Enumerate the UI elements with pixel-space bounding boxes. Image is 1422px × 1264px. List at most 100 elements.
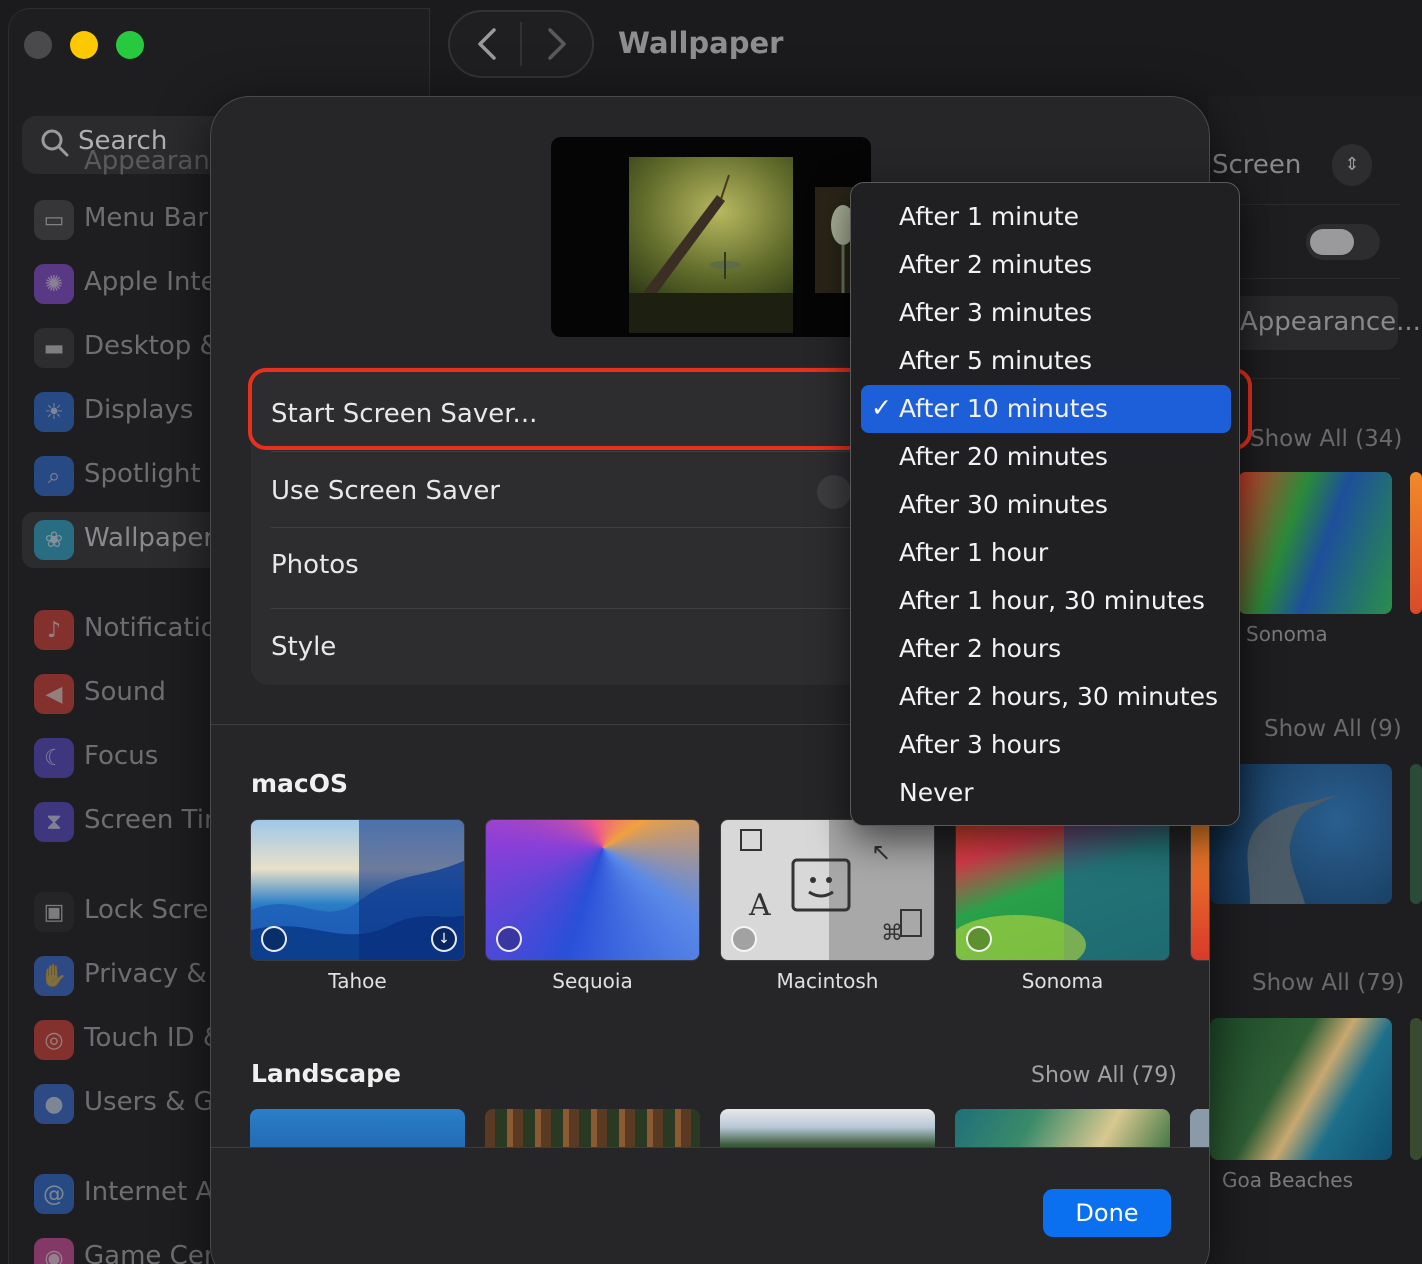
- menu-item-label: After 1 hour: [899, 538, 1049, 567]
- panel-toggle[interactable]: [1306, 224, 1380, 260]
- sun-icon: ☀: [34, 392, 74, 432]
- wallpaper-thumbnail[interactable]: [1410, 764, 1422, 904]
- start-screen-saver-label: Start Screen Saver...: [271, 399, 538, 429]
- menu-item[interactable]: After 20 minutes: [861, 433, 1231, 481]
- sidebar-item-wallpaper[interactable]: ❀ Wallpaper: [22, 512, 210, 568]
- game-center-icon: ◉: [34, 1238, 74, 1264]
- dynamic-wallpaper-icon: [261, 926, 287, 952]
- screen-saver-delay-menu: After 1 minute After 2 minutes After 3 min…: [850, 182, 1240, 826]
- users-icon: ●: [34, 1084, 74, 1124]
- menu-item[interactable]: Never: [861, 769, 1231, 817]
- macintosh-wallpaper-thumbnail[interactable]: A ↖ ⌘: [720, 819, 935, 961]
- show-all-link[interactable]: Show All (79): [1252, 970, 1404, 996]
- hand-icon: ✋: [34, 956, 74, 996]
- sidebar-item-apple-intelligence-siri[interactable]: ✺ Apple Intelligence & Siri: [22, 256, 210, 312]
- menu-item[interactable]: After 30 minutes: [861, 481, 1231, 529]
- menu-item-label: After 20 minutes: [899, 442, 1108, 471]
- sidebar-item-internet-accounts[interactable]: @ Internet Accounts: [22, 1166, 210, 1222]
- sidebar-item-menu-bar[interactable]: ▭ Menu Bar: [22, 192, 210, 248]
- sidebar-item-label: Touch ID & Password: [84, 1023, 210, 1053]
- menu-item[interactable]: After 1 hour: [861, 529, 1231, 577]
- svg-text:⌘: ⌘: [881, 921, 903, 946]
- sidebar-item-label: Desktop & Dock: [84, 331, 210, 361]
- use-screen-saver-toggle[interactable]: [817, 475, 851, 509]
- tahoe-wallpaper-thumbnail[interactable]: ↓: [250, 819, 465, 961]
- landscape-show-all-link[interactable]: Show All (79): [1031, 1063, 1177, 1088]
- show-all-link[interactable]: Show All (9): [1264, 716, 1402, 742]
- wallpaper-thumbnail[interactable]: [1410, 472, 1422, 614]
- show-all-link[interactable]: Show All (34): [1250, 426, 1402, 452]
- forward-chevron-icon[interactable]: [540, 24, 574, 64]
- wallpaper-thumbnail[interactable]: [1410, 1018, 1422, 1160]
- menu-item[interactable]: After 1 hour, 30 minutes: [861, 577, 1231, 625]
- menu-item-label: After 1 minute: [899, 202, 1080, 231]
- sidebar-item-users-groups[interactable]: ● Users & Groups: [22, 1076, 210, 1132]
- menu-item[interactable]: After 1 minute: [861, 193, 1231, 241]
- sidebar-item-screen-time[interactable]: ⧗ Screen Time: [22, 794, 210, 850]
- sidebar-item-label: Spotlight: [84, 459, 201, 489]
- sidebar-item-displays[interactable]: ☀ Displays: [22, 384, 210, 440]
- menu-item-label: After 3 minutes: [899, 298, 1093, 327]
- fingerprint-icon: ◎: [34, 1020, 74, 1060]
- sidebar-item-desktop-dock[interactable]: ▬ Desktop & Dock: [22, 320, 210, 376]
- download-icon[interactable]: ↓: [431, 926, 457, 952]
- menu-item[interactable]: After 3 minutes: [861, 289, 1231, 337]
- sidebar-item-label: Game Center: [84, 1241, 210, 1264]
- sidebar-item-sound[interactable]: ◀ Sound: [22, 666, 210, 722]
- use-screen-saver-label: Use Screen Saver: [271, 476, 500, 506]
- sidebar-item-spotlight[interactable]: ⌕ Spotlight: [22, 448, 210, 504]
- menu-item-label: After 3 hours: [899, 730, 1062, 759]
- lock-icon: ▣: [34, 892, 74, 932]
- sonoma-wallpaper-thumbnail[interactable]: [955, 819, 1170, 961]
- sidebar-item-notifications[interactable]: ♪ Notifications: [22, 602, 210, 658]
- macos-section-heading: macOS: [251, 769, 348, 798]
- wallpaper-thumbnail[interactable]: [1190, 819, 1209, 961]
- sidebar-item-label: Displays: [84, 395, 194, 425]
- done-button[interactable]: Done: [1043, 1189, 1171, 1237]
- svg-text:↖: ↖: [871, 838, 891, 866]
- menu-item-label: After 2 minutes: [899, 250, 1093, 279]
- sidebar-item-label: Apple Intelligence & Siri: [84, 267, 210, 297]
- spotlight-icon: ⌕: [34, 456, 74, 496]
- sidebar-item-privacy-security[interactable]: ✋ Privacy & Security: [22, 948, 210, 1004]
- sidebar-item-touch-id-password[interactable]: ◎ Touch ID & Password: [22, 1012, 210, 1068]
- sidebar-item-label: Menu Bar: [84, 203, 209, 233]
- menu-item-label: Never: [899, 778, 974, 807]
- speaker-icon: ◀: [34, 674, 74, 714]
- dynamic-wallpaper-icon: [731, 926, 757, 952]
- menu-item-label: After 30 minutes: [899, 490, 1108, 519]
- menu-item[interactable]: After 5 minutes: [861, 337, 1231, 385]
- apple-intelligence-icon: ✺: [34, 264, 74, 304]
- preview-reflection: [629, 293, 793, 333]
- menubar-icon: ▭: [34, 200, 74, 240]
- sidebar-item-game-center[interactable]: ◉ Game Center: [22, 1230, 210, 1264]
- checkmark-icon: ✓: [871, 393, 892, 422]
- menu-item-label: After 5 minutes: [899, 346, 1093, 375]
- menu-item[interactable]: After 2 hours, 30 minutes: [861, 673, 1231, 721]
- wallpaper-name: Macintosh: [776, 969, 879, 993]
- menu-item-label: After 1 hour, 30 minutes: [899, 586, 1205, 615]
- sidebar-item-focus[interactable]: ☾ Focus: [22, 730, 210, 786]
- menu-item[interactable]: After 3 hours: [861, 721, 1231, 769]
- menu-item[interactable]: After 2 hours: [861, 625, 1231, 673]
- hourglass-icon: ⧗: [34, 802, 74, 842]
- menu-item-label: After 2 hours: [899, 634, 1062, 663]
- menu-item[interactable]: ✓ After 10 minutes: [861, 385, 1231, 433]
- sidebar-item-label: Privacy & Security: [84, 959, 210, 989]
- show-on-popup-label: Screen: [1212, 150, 1302, 180]
- row-separator: [271, 527, 871, 528]
- goa-beaches-thumbnail[interactable]: [1210, 1018, 1392, 1160]
- wallpaper-icon: ❀: [34, 520, 74, 560]
- navigation-divider: [520, 22, 522, 66]
- dynamic-wallpaper-icon: [496, 926, 522, 952]
- svg-text:A: A: [748, 888, 771, 923]
- wallpaper-thumbnail[interactable]: [1238, 472, 1392, 614]
- sidebar-item-lock-screen[interactable]: ▣ Lock Screen: [22, 884, 210, 940]
- sidebar-item-label: Screen Time: [84, 805, 210, 835]
- menu-item[interactable]: After 2 minutes: [861, 241, 1231, 289]
- up-down-chevron-icon[interactable]: ⇕: [1332, 144, 1372, 186]
- wallpaper-name: Sonoma: [1021, 969, 1104, 993]
- back-chevron-icon[interactable]: [470, 24, 504, 64]
- sequoia-wallpaper-thumbnail[interactable]: [485, 819, 700, 961]
- menu-item-label: After 10 minutes: [899, 394, 1108, 423]
